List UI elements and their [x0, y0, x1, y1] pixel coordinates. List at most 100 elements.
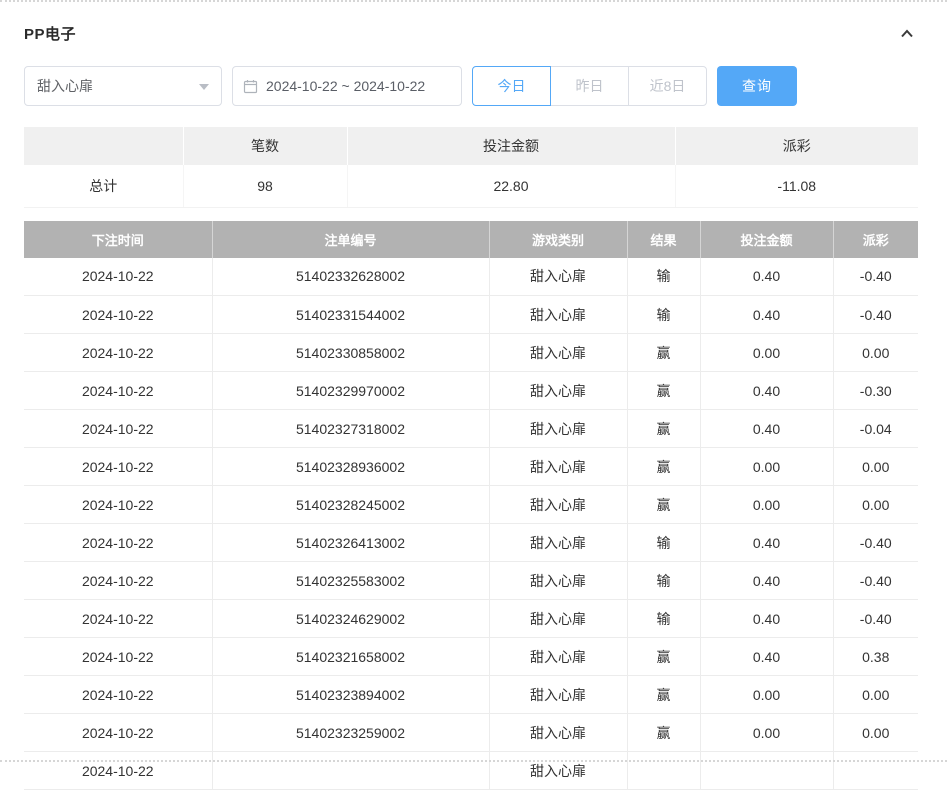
cell-order-number: 51402326413002: [212, 524, 489, 562]
table-row: 2024-10-22 51402326413002 甜入心扉 输 0.40 -0…: [24, 524, 918, 562]
table-row: 2024-10-22 51402325583002 甜入心扉 输 0.40 -0…: [24, 562, 918, 600]
cell-payout: -0.40: [833, 600, 918, 638]
pp-games-panel: PP电子 甜入心扉 2024-10-22 ~ 2024-10-22 今日 昨日 …: [0, 23, 947, 790]
cell-result: 赢: [627, 334, 700, 372]
cell-payout: -0.30: [833, 372, 918, 410]
chevron-up-icon: [898, 26, 916, 42]
quick-button-today[interactable]: 今日: [472, 66, 551, 106]
cell-bet-time: 2024-10-22: [24, 524, 212, 562]
cell-bet-time: 2024-10-22: [24, 562, 212, 600]
cell-game-type: 甜入心扉: [489, 752, 627, 790]
cell-bet-time: 2024-10-22: [24, 410, 212, 448]
cell-order-number: 51402323259002: [212, 714, 489, 752]
cell-bet-amount: 0.00: [700, 448, 833, 486]
table-row: 2024-10-22 51402324629002 甜入心扉 输 0.40 -0…: [24, 600, 918, 638]
cell-result: [627, 752, 700, 790]
cell-payout: 0.00: [833, 676, 918, 714]
cell-game-type: 甜入心扉: [489, 562, 627, 600]
cell-result: 输: [627, 524, 700, 562]
cell-bet-time: 2024-10-22: [24, 638, 212, 676]
cell-result: 输: [627, 562, 700, 600]
header-bet-time: 下注时间: [24, 221, 212, 258]
cell-bet-time: 2024-10-22: [24, 334, 212, 372]
cell-game-type: 甜入心扉: [489, 638, 627, 676]
cell-result: 赢: [627, 714, 700, 752]
cell-result: 赢: [627, 676, 700, 714]
cell-payout: 0.38: [833, 638, 918, 676]
cell-order-number: 51402325583002: [212, 562, 489, 600]
quick-range-button-group: 今日 昨日 近8日: [472, 66, 707, 106]
cell-order-number: [212, 752, 489, 790]
cell-bet-amount: 0.40: [700, 258, 833, 296]
cell-bet-amount: 0.40: [700, 562, 833, 600]
cell-order-number: 51402332628002: [212, 258, 489, 296]
cell-bet-amount: 0.40: [700, 524, 833, 562]
header-bet-amount: 投注金额: [700, 221, 833, 258]
cell-bet-amount: 0.40: [700, 600, 833, 638]
cell-order-number: 51402330858002: [212, 334, 489, 372]
cell-bet-amount: 0.40: [700, 410, 833, 448]
cell-game-type: 甜入心扉: [489, 600, 627, 638]
summary-header-row: 笔数 投注金额 派彩: [24, 127, 918, 165]
filter-bar: 甜入心扉 2024-10-22 ~ 2024-10-22 今日 昨日 近8日 查…: [24, 66, 918, 106]
summary-total-label: 总计: [24, 165, 183, 207]
cell-bet-time: 2024-10-22: [24, 296, 212, 334]
game-select[interactable]: 甜入心扉: [24, 66, 222, 106]
cell-payout: [833, 752, 918, 790]
cell-order-number: 51402324629002: [212, 600, 489, 638]
cell-game-type: 甜入心扉: [489, 410, 627, 448]
table-row: 2024-10-22 51402329970002 甜入心扉 赢 0.40 -0…: [24, 372, 918, 410]
cell-order-number: 51402328936002: [212, 448, 489, 486]
summary-header-count: 笔数: [183, 127, 347, 165]
cell-bet-time: 2024-10-22: [24, 448, 212, 486]
cell-bet-amount: 0.00: [700, 486, 833, 524]
table-row: 2024-10-22 51402323259002 甜入心扉 赢 0.00 0.…: [24, 714, 918, 752]
header-game-type: 游戏类别: [489, 221, 627, 258]
cell-bet-amount: 0.40: [700, 296, 833, 334]
table-row: 2024-10-22 51402332628002 甜入心扉 输 0.40 -0…: [24, 258, 918, 296]
cell-game-type: 甜入心扉: [489, 448, 627, 486]
records-header-row: 下注时间 注单编号 游戏类别 结果 投注金额 派彩: [24, 221, 918, 258]
cell-bet-time: 2024-10-22: [24, 752, 212, 790]
cell-bet-time: 2024-10-22: [24, 676, 212, 714]
cell-bet-amount: [700, 752, 833, 790]
table-row: 2024-10-22 51402328245002 甜入心扉 赢 0.00 0.…: [24, 486, 918, 524]
quick-button-yesterday[interactable]: 昨日: [550, 66, 629, 106]
cell-game-type: 甜入心扉: [489, 372, 627, 410]
cell-payout: 0.00: [833, 714, 918, 752]
cell-payout: 0.00: [833, 334, 918, 372]
collapse-button[interactable]: [896, 24, 918, 44]
panel-title: PP电子: [24, 23, 76, 44]
cell-order-number: 51402321658002: [212, 638, 489, 676]
cell-bet-amount: 0.40: [700, 372, 833, 410]
summary-header-blank: [24, 127, 183, 165]
quick-button-last-8-days[interactable]: 近8日: [628, 66, 707, 106]
cell-payout: 0.00: [833, 486, 918, 524]
cell-game-type: 甜入心扉: [489, 676, 627, 714]
summary-bet-amount-value: 22.80: [347, 165, 675, 207]
cell-order-number: 51402327318002: [212, 410, 489, 448]
cell-bet-amount: 0.00: [700, 676, 833, 714]
date-range-input[interactable]: 2024-10-22 ~ 2024-10-22: [232, 66, 462, 106]
table-row: 2024-10-22 51402323894002 甜入心扉 赢 0.00 0.…: [24, 676, 918, 714]
cell-result: 赢: [627, 372, 700, 410]
calendar-icon: [243, 79, 258, 94]
cell-order-number: 51402323894002: [212, 676, 489, 714]
header-order-number: 注单编号: [212, 221, 489, 258]
cell-order-number: 51402331544002: [212, 296, 489, 334]
table-row: 2024-10-22 51402327318002 甜入心扉 赢 0.40 -0…: [24, 410, 918, 448]
cell-result: 赢: [627, 410, 700, 448]
cell-bet-amount: 0.00: [700, 334, 833, 372]
query-button[interactable]: 查询: [717, 66, 797, 106]
cell-result: 输: [627, 296, 700, 334]
cell-result: 赢: [627, 486, 700, 524]
cell-game-type: 甜入心扉: [489, 486, 627, 524]
bottom-divider: [0, 760, 947, 762]
cell-payout: -0.40: [833, 258, 918, 296]
cell-bet-amount: 0.40: [700, 638, 833, 676]
summary-header-bet-amount: 投注金额: [347, 127, 675, 165]
table-row: 2024-10-22 51402330858002 甜入心扉 赢 0.00 0.…: [24, 334, 918, 372]
cell-result: 输: [627, 258, 700, 296]
date-range-value: 2024-10-22 ~ 2024-10-22: [266, 78, 425, 94]
header-result: 结果: [627, 221, 700, 258]
